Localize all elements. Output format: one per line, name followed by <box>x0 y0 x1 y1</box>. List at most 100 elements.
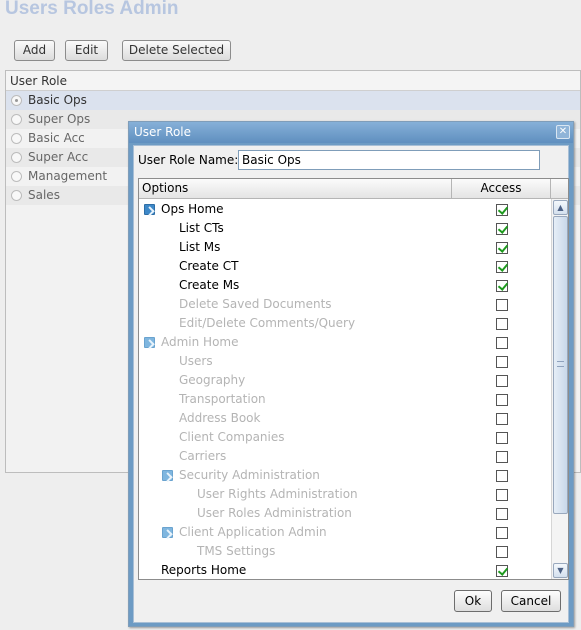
option-label: Geography <box>179 373 246 387</box>
access-column-header[interactable]: Access <box>452 179 551 198</box>
option-label: Create Ms <box>179 278 240 292</box>
option-label: Admin Home <box>161 335 239 349</box>
option-label: Client Application Admin <box>179 525 327 539</box>
option-label: Security Administration <box>179 468 320 482</box>
option-label: Users <box>179 354 213 368</box>
option-label: List Ms <box>179 240 221 254</box>
option-label: User Rights Administration <box>197 487 358 501</box>
option-label: Reports Home <box>161 563 247 577</box>
access-checkbox[interactable] <box>496 546 508 558</box>
options-column-header[interactable]: Options <box>139 179 452 198</box>
option-row: Client Application Admin <box>139 523 551 542</box>
role-label: Management <box>28 169 108 183</box>
access-checkbox[interactable] <box>496 565 508 577</box>
option-label: User Roles Administration <box>197 506 352 520</box>
option-row: Address Book <box>139 409 551 428</box>
access-checkbox[interactable] <box>496 204 508 216</box>
role-radio[interactable] <box>11 190 22 201</box>
role-radio[interactable] <box>11 171 22 182</box>
delete-selected-button[interactable]: Delete Selected <box>122 40 231 61</box>
ok-button[interactable]: Ok <box>454 590 492 612</box>
option-label: Client Companies <box>179 430 285 444</box>
edit-button[interactable]: Edit <box>65 40 108 61</box>
role-label: Super Ops <box>28 112 91 126</box>
cancel-button[interactable]: Cancel <box>501 590 561 612</box>
option-row: Reports Home <box>139 561 551 579</box>
scroll-grip-icon <box>557 361 564 367</box>
expand-toggle-icon[interactable] <box>162 470 173 481</box>
access-checkbox[interactable] <box>496 432 508 444</box>
access-checkbox[interactable] <box>496 489 508 501</box>
user-role-name-label: User Role Name: <box>138 153 239 167</box>
option-row: Security Administration <box>139 466 551 485</box>
role-label: Basic Acc <box>28 131 85 145</box>
role-radio[interactable] <box>11 152 22 163</box>
option-label: Edit/Delete Comments/Query <box>179 316 356 330</box>
role-radio[interactable] <box>11 133 22 144</box>
access-checkbox[interactable] <box>496 337 508 349</box>
option-row: Ops Home <box>139 200 551 219</box>
scroll-thumb[interactable] <box>553 216 568 514</box>
access-checkbox[interactable] <box>496 356 508 368</box>
option-row: List CTs <box>139 219 551 238</box>
option-label: Ops Home <box>161 202 224 216</box>
access-checkbox[interactable] <box>496 527 508 539</box>
option-label: Address Book <box>179 411 261 425</box>
option-row: Transportation <box>139 390 551 409</box>
option-row: Geography <box>139 371 551 390</box>
option-label: List CTs <box>179 221 224 235</box>
options-rows: Ops Home List CTs List Ms Create CT Create M… <box>139 200 551 579</box>
scroll-down-icon[interactable]: ▼ <box>553 563 568 578</box>
access-checkbox[interactable] <box>496 280 508 292</box>
access-checkbox[interactable] <box>496 223 508 235</box>
access-checkbox[interactable] <box>496 470 508 482</box>
option-row: Create Ms <box>139 276 551 295</box>
option-label: Delete Saved Documents <box>179 297 332 311</box>
access-checkbox[interactable] <box>496 261 508 273</box>
add-button[interactable]: Add <box>14 40 55 61</box>
option-label: Transportation <box>179 392 266 406</box>
role-label: Super Acc <box>28 150 89 164</box>
option-row: User Rights Administration <box>139 485 551 504</box>
options-scrollbar[interactable]: ▲ ▼ <box>551 199 568 579</box>
option-label: Carriers <box>179 449 227 463</box>
user-role-name-input[interactable] <box>238 150 540 170</box>
option-row: TMS Settings <box>139 542 551 561</box>
option-row: Users <box>139 352 551 371</box>
page-title: Users Roles Admin <box>5 0 179 19</box>
role-label: Sales <box>28 188 60 202</box>
role-radio[interactable] <box>11 114 22 125</box>
expand-toggle-icon[interactable] <box>144 204 155 215</box>
role-label: Basic Ops <box>28 93 87 107</box>
access-checkbox[interactable] <box>496 413 508 425</box>
option-row: List Ms <box>139 238 551 257</box>
option-row: Admin Home <box>139 333 551 352</box>
access-checkbox[interactable] <box>496 508 508 520</box>
options-grid: Options Access Ops Home List CTs List Ms Cr… <box>138 178 569 580</box>
option-row: Delete Saved Documents <box>139 295 551 314</box>
option-row: Carriers <box>139 447 551 466</box>
close-icon[interactable]: ✕ <box>556 125 570 139</box>
dialog-titlebar[interactable]: User Role ✕ <box>129 122 573 143</box>
option-row: User Roles Administration <box>139 504 551 523</box>
user-role-column-header: User Role <box>6 71 580 91</box>
dialog-body: User Role Name: Options Access Ops Home L… <box>133 145 569 623</box>
option-row: Edit/Delete Comments/Query <box>139 314 551 333</box>
dialog-title: User Role <box>134 125 192 139</box>
access-checkbox[interactable] <box>496 242 508 254</box>
expand-toggle-icon[interactable] <box>144 337 155 348</box>
access-checkbox[interactable] <box>496 318 508 330</box>
access-checkbox[interactable] <box>496 451 508 463</box>
user-role-dialog: User Role ✕ User Role Name: Options Acce… <box>128 121 574 627</box>
option-row: Client Companies <box>139 428 551 447</box>
access-checkbox[interactable] <box>496 394 508 406</box>
role-row[interactable]: Basic Ops <box>6 91 580 110</box>
option-label: Create CT <box>179 259 239 273</box>
access-checkbox[interactable] <box>496 375 508 387</box>
scroll-up-icon[interactable]: ▲ <box>553 200 568 215</box>
role-radio[interactable] <box>11 95 22 106</box>
options-grid-header: Options Access <box>139 179 568 199</box>
expand-toggle-icon[interactable] <box>162 527 173 538</box>
access-checkbox[interactable] <box>496 299 508 311</box>
option-label: TMS Settings <box>197 544 276 558</box>
